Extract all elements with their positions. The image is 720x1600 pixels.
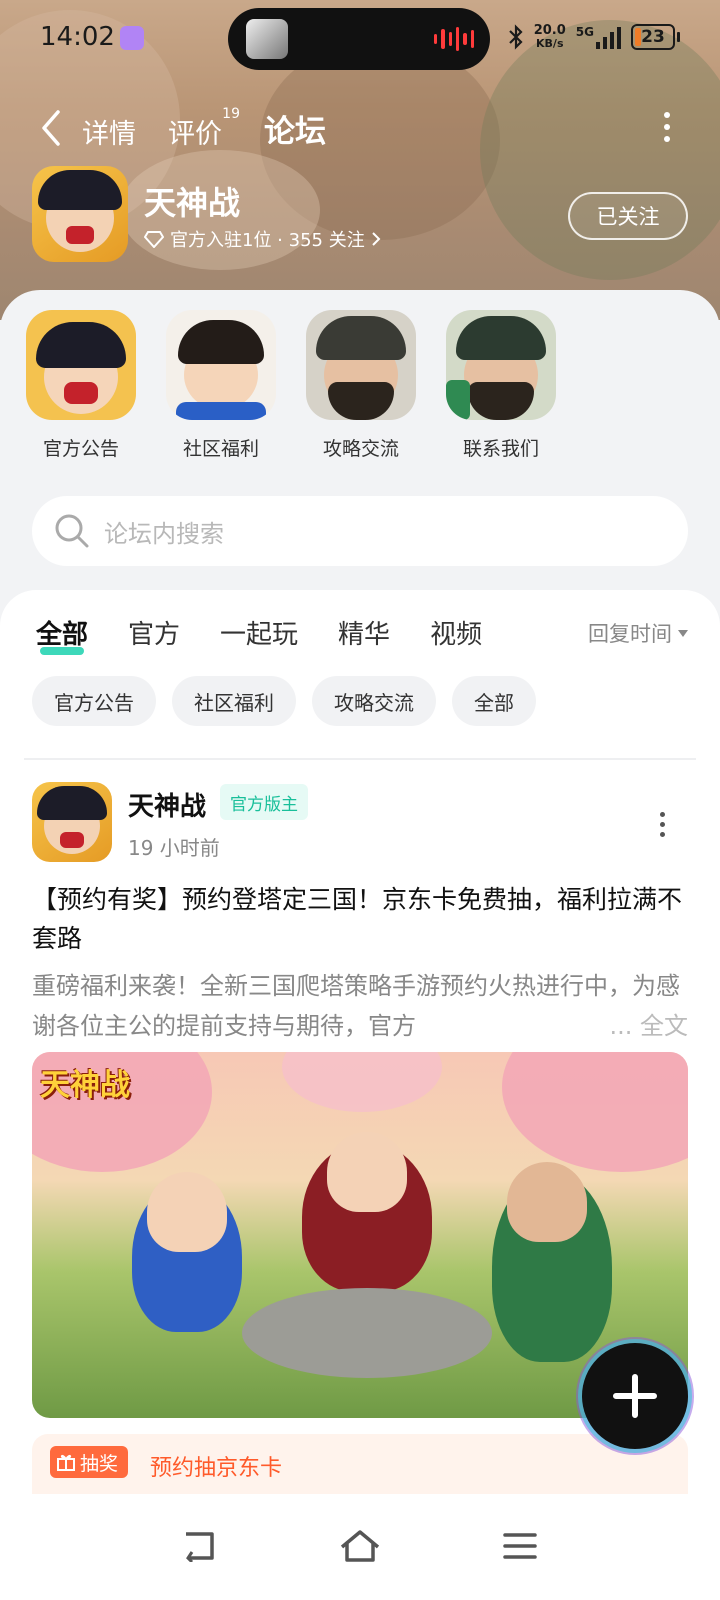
dynamic-island[interactable]: [228, 8, 490, 70]
search-placeholder: 论坛内搜索: [104, 519, 224, 548]
author-avatar[interactable]: [32, 782, 112, 862]
gift-icon: [57, 1454, 75, 1471]
forum-search-input[interactable]: 论坛内搜索: [32, 496, 688, 566]
chip-community-welfare[interactable]: 社区福利: [172, 676, 296, 726]
lottery-tag: 抽奖: [50, 1446, 129, 1478]
battery-icon: 23: [631, 24, 680, 50]
tag-chips: 官方公告 社区福利 攻略交流 全部: [32, 676, 536, 726]
plus-icon: [613, 1374, 657, 1418]
menu-nav-button[interactable]: [490, 1516, 550, 1576]
review-count: 19: [222, 106, 240, 122]
category-strategy[interactable]: 攻略交流: [306, 310, 416, 461]
network-type: 5G: [575, 25, 594, 39]
lottery-text: 预约抽京东卡: [150, 1456, 283, 1481]
forum-content: 官方公告 社区福利 攻略交流 联系我们 论坛内搜索 全部 官方 一起玩 精华 视…: [0, 290, 720, 1530]
tab-forum[interactable]: 论坛: [262, 106, 328, 151]
tab-details[interactable]: 详情: [82, 112, 136, 151]
diamond-icon: [144, 231, 164, 248]
category-contact-us[interactable]: 联系我们: [446, 310, 556, 461]
bluetooth-icon: [508, 24, 523, 50]
back-icon[interactable]: [34, 108, 70, 148]
sort-dropdown[interactable]: 回复时间: [588, 618, 688, 648]
category-official-announcement[interactable]: 官方公告: [26, 310, 136, 461]
tab-reviews[interactable]: 评价 19: [168, 106, 240, 151]
nav-back-icon: [186, 1532, 214, 1562]
filter-tab-featured[interactable]: 精华: [338, 614, 390, 651]
home-nav-button[interactable]: [330, 1516, 390, 1576]
image-logo: 天神战: [40, 1068, 130, 1103]
post-more-icon[interactable]: [660, 812, 668, 842]
net-speed: 20.0 KB/s: [533, 23, 566, 50]
status-time: 14:02: [40, 22, 115, 52]
chip-official-announcement[interactable]: 官方公告: [32, 676, 156, 726]
filter-tab-all[interactable]: 全部: [36, 614, 88, 655]
game-icon[interactable]: [32, 166, 128, 262]
filter-tab-video[interactable]: 视频: [430, 614, 482, 651]
menu-icon: [503, 1533, 537, 1559]
top-tabs: 详情 评价 19 论坛: [82, 106, 328, 151]
search-icon: [55, 514, 89, 548]
post-image[interactable]: 天神战: [32, 1052, 688, 1418]
post-title[interactable]: 【预约有奖】预约登塔定三国！京东卡免费抽，福利拉满不套路: [32, 880, 688, 958]
divider: [24, 758, 696, 760]
back-nav-button[interactable]: [168, 1516, 228, 1576]
game-meta[interactable]: 官方入驻1位 · 355 关注: [144, 226, 381, 252]
signal-icon: [596, 25, 621, 49]
system-nav-bar: [0, 1494, 720, 1600]
filter-tabs: 全部 官方 一起玩 精华 视频: [36, 614, 482, 655]
post-time: 19 小时前: [128, 836, 220, 860]
post-author[interactable]: 天神战: [128, 786, 206, 823]
read-full-link[interactable]: ... 全文: [603, 1006, 688, 1046]
chip-all[interactable]: 全部: [452, 676, 536, 726]
chevron-right-icon: [371, 232, 381, 246]
filter-tab-official[interactable]: 官方: [128, 614, 180, 651]
app-notification-icon: [120, 26, 144, 50]
category-row: 官方公告 社区福利 攻略交流 联系我们: [26, 310, 556, 461]
status-bar: 14:02 20.0 KB/s 5G 23: [0, 0, 720, 78]
more-options-icon[interactable]: [662, 112, 672, 144]
filter-tab-play-together[interactable]: 一起玩: [220, 614, 298, 651]
post-excerpt: 重磅福利来袭！全新三国爬塔策略手游预约火热进行中，为感谢各位主公的提前支持与期待…: [32, 972, 680, 1040]
game-title: 天神战: [144, 184, 241, 222]
audio-wave-icon: [434, 26, 474, 52]
media-thumbnail: [246, 19, 288, 59]
home-icon: [340, 1530, 380, 1562]
dropdown-triangle-icon: [678, 629, 688, 637]
moderator-badge: 官方版主: [220, 784, 308, 820]
category-community-welfare[interactable]: 社区福利: [166, 310, 276, 461]
create-post-button[interactable]: [582, 1343, 688, 1449]
lottery-banner[interactable]: 抽奖 预约抽京东卡: [32, 1434, 688, 1494]
follow-button[interactable]: 已关注: [568, 192, 688, 240]
chip-strategy[interactable]: 攻略交流: [312, 676, 436, 726]
battery-level: 23: [641, 27, 665, 47]
